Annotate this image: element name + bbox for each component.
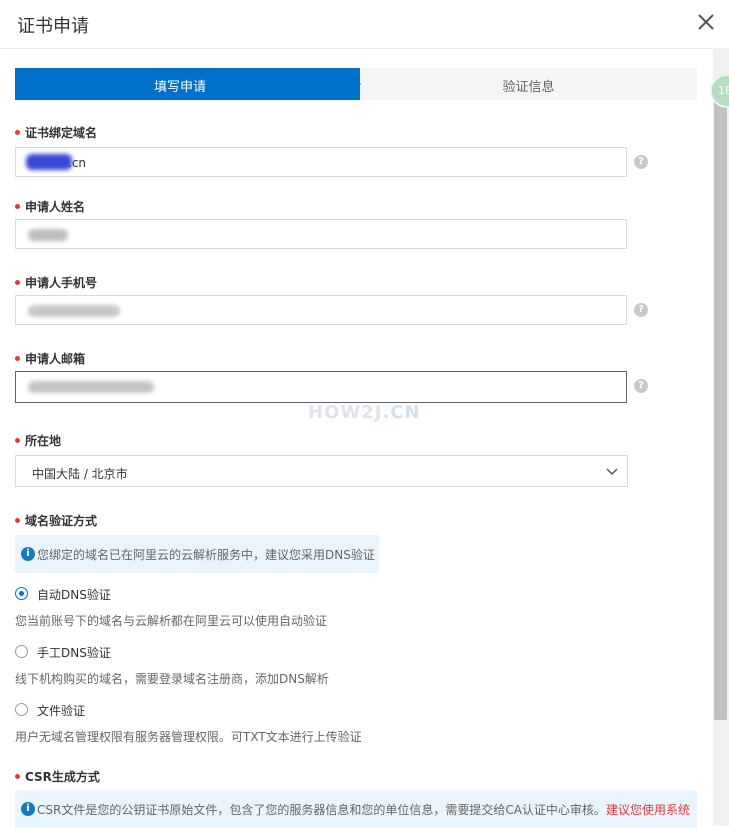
radio-manual-dns-label[interactable]: 手工DNS验证	[37, 644, 111, 661]
help-icon[interactable]: ?	[634, 379, 648, 393]
scrollbar-thumb[interactable]	[714, 88, 727, 720]
required-dot	[15, 518, 20, 523]
manual-dns-description: 线下机构购买的域名，需要登录域名注册商，添加DNS解析	[15, 672, 329, 686]
step-fill-application: 填写申请	[15, 68, 360, 100]
info-icon: i	[21, 547, 35, 561]
step-verify-info: 验证信息	[360, 68, 697, 100]
redacted-text	[28, 305, 120, 317]
redacted-text	[28, 229, 68, 241]
csr-system-link[interactable]: 建议您使用系统	[606, 803, 690, 817]
domain-label: 证书绑定域名	[15, 124, 97, 141]
name-input[interactable]	[15, 219, 627, 249]
dialog-title: 证书申请	[17, 16, 89, 37]
auto-dns-description: 您当前账号下的域名与云解析都在阿里云可以使用自动验证	[15, 614, 328, 628]
required-dot	[15, 204, 20, 209]
verify-notice: i 您绑定的域名已在阿里云的云解析服务中，建议您采用DNS验证	[15, 535, 379, 573]
phone-input[interactable]	[15, 295, 627, 325]
radio-file-verify-label[interactable]: 文件验证	[37, 702, 85, 719]
redacted-text	[28, 381, 154, 393]
name-label: 申请人姓名	[15, 198, 85, 215]
step-label: 验证信息	[502, 80, 555, 95]
step-indicator: 填写申请 验证信息	[15, 68, 697, 100]
location-select[interactable]: 中国大陆 / 北京市	[15, 455, 628, 487]
radio-manual-dns[interactable]	[15, 645, 28, 658]
step-arrow	[345, 68, 361, 100]
required-dot	[15, 280, 20, 285]
file-verify-description: 用户无域名管理权限有服务器管理权限。可TXT文本进行上传验证	[15, 730, 362, 744]
close-icon[interactable]	[696, 12, 716, 32]
csr-notice: i CSR文件是您的公钥证书原始文件，包含了您的服务器信息和您的单位信息，需要提…	[15, 790, 697, 828]
help-icon[interactable]: ?	[634, 155, 648, 169]
location-value: 中国大陆 / 北京市	[32, 467, 128, 481]
verify-method-label: 域名验证方式	[15, 512, 97, 529]
required-dot	[15, 774, 20, 779]
step-label: 填写申请	[153, 80, 206, 95]
watermark: HOW2J.CN	[308, 402, 421, 423]
location-label: 所在地	[15, 432, 61, 449]
help-icon[interactable]: ?	[634, 303, 648, 317]
domain-value: .cn	[68, 156, 87, 170]
required-dot	[15, 130, 20, 135]
radio-auto-dns-label[interactable]: 自动DNS验证	[37, 586, 111, 603]
email-label: 申请人邮箱	[15, 350, 85, 367]
csr-method-label: CSR生成方式	[15, 768, 100, 785]
required-dot	[15, 356, 20, 361]
radio-auto-dns[interactable]	[15, 587, 28, 600]
phone-label: 申请人手机号	[15, 274, 97, 291]
email-input[interactable]	[15, 371, 627, 403]
domain-input[interactable]: .cn	[15, 147, 627, 177]
info-icon: i	[21, 802, 35, 816]
chevron-down-icon	[605, 464, 619, 483]
dialog-header: 证书申请	[0, 0, 729, 49]
radio-file-verify[interactable]	[15, 703, 28, 716]
redacted-text	[26, 154, 72, 170]
required-dot	[15, 438, 20, 443]
